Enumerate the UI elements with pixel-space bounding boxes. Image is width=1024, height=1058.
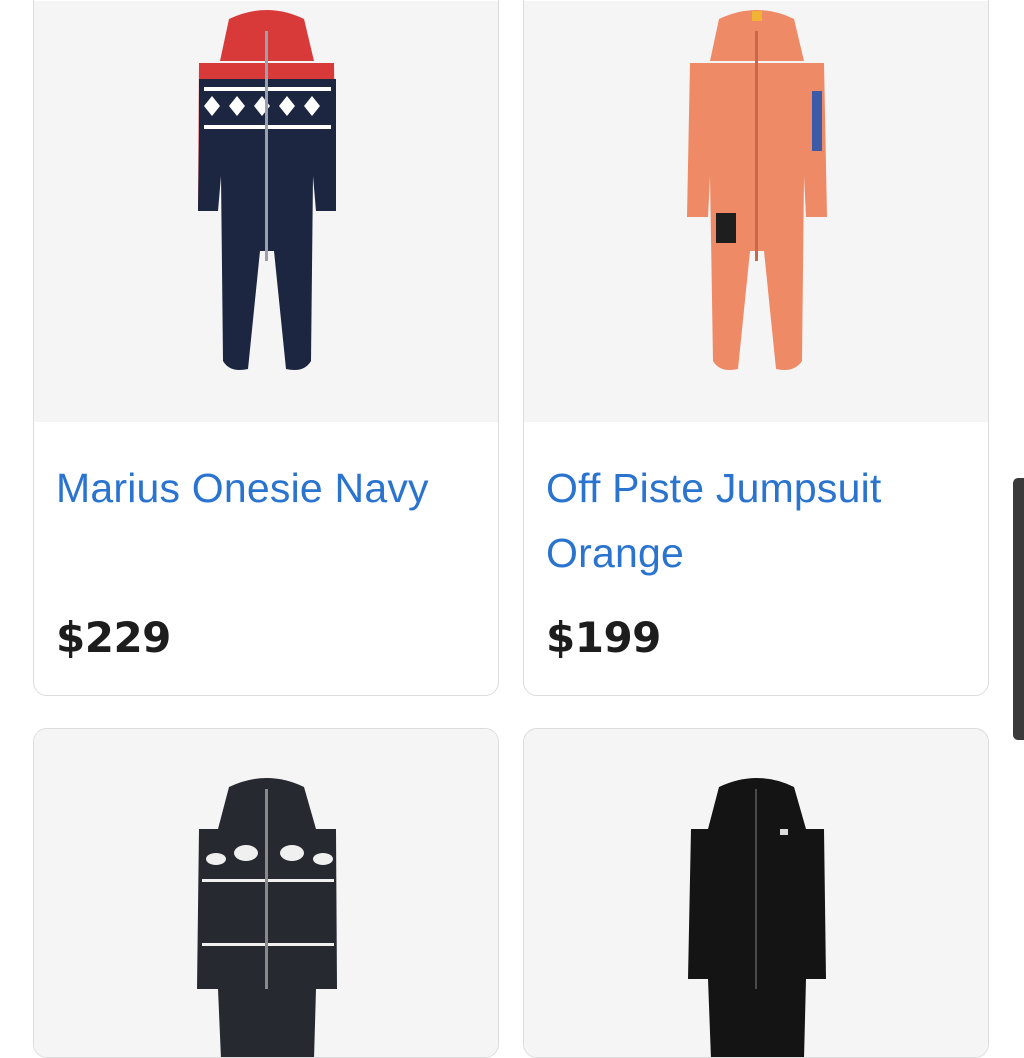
product-grid: Marius Onesie Navy $229 Off Piste Jumpsu…: [0, 0, 1024, 1058]
navy-red-nordic-onesie-icon: [198, 10, 336, 370]
scrollbar[interactable]: [1013, 478, 1024, 740]
orange-jumpsuit-icon: [687, 10, 827, 370]
product-card[interactable]: [523, 728, 989, 1058]
product-card[interactable]: [33, 728, 499, 1058]
product-title-link[interactable]: Marius Onesie Navy: [56, 456, 476, 521]
product-price: $199: [546, 613, 661, 662]
product-card[interactable]: Off Piste Jumpsuit Orange $199: [523, 0, 989, 696]
product-price: $229: [56, 613, 171, 662]
product-title-link[interactable]: Off Piste Jumpsuit Orange: [546, 456, 966, 586]
black-velour-onesie-icon: [688, 778, 826, 1057]
product-image[interactable]: [34, 729, 498, 1057]
product-image[interactable]: [524, 1, 988, 422]
polar-bear-pattern-onesie-icon: [197, 778, 337, 1057]
product-image[interactable]: [524, 729, 988, 1057]
product-card[interactable]: Marius Onesie Navy $229: [33, 0, 499, 696]
product-image[interactable]: [34, 1, 498, 422]
